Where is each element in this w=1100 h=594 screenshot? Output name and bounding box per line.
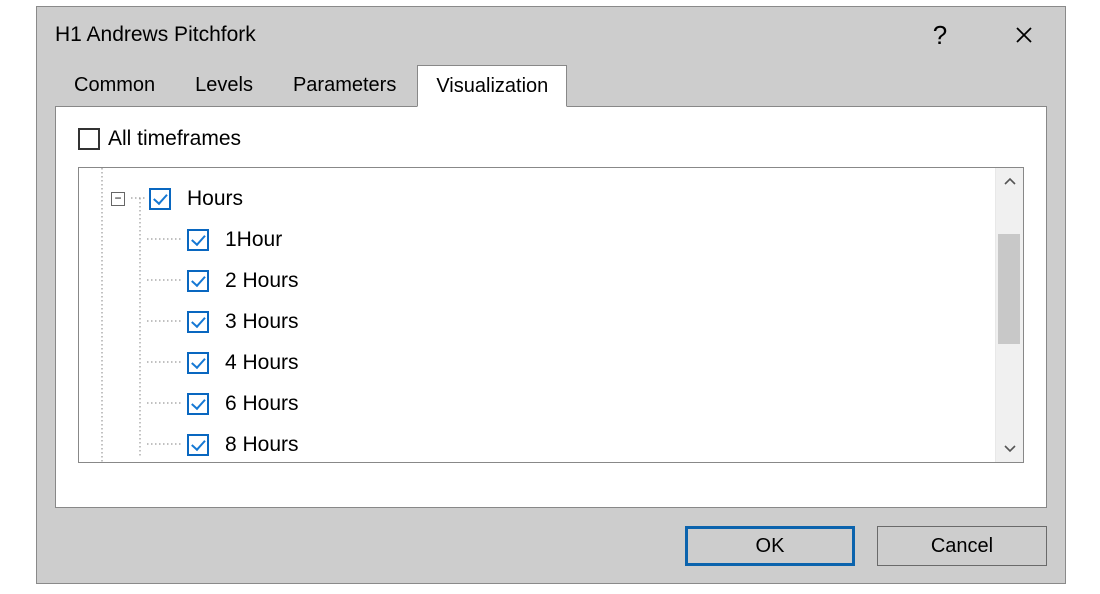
- tree-item-label: 2 Hours: [225, 269, 299, 293]
- ok-button[interactable]: OK: [685, 526, 855, 566]
- scroll-thumb[interactable]: [998, 234, 1020, 344]
- tree-item-label: 8 Hours: [225, 433, 299, 457]
- tab-visualization[interactable]: Visualization: [417, 65, 567, 107]
- chevron-up-icon: [1004, 177, 1016, 185]
- tree-item-label: 6 Hours: [225, 392, 299, 416]
- tree-item-checkbox[interactable]: [187, 393, 209, 415]
- button-label: OK: [756, 535, 785, 558]
- tree-item[interactable]: 3 Hours: [87, 301, 989, 342]
- tree-item[interactable]: 1Hour: [87, 219, 989, 260]
- all-timeframes-label: All timeframes: [108, 127, 241, 151]
- tab-strip: Common Levels Parameters Visualization: [37, 63, 1065, 106]
- timeframes-tree[interactable]: − Hours 1Hour 2 Hours: [79, 168, 995, 462]
- tree-group-label: Hours: [187, 187, 243, 211]
- tree-scrollbar[interactable]: [995, 168, 1023, 462]
- tab-common[interactable]: Common: [55, 64, 174, 106]
- tree-group-hours[interactable]: − Hours: [87, 178, 989, 219]
- tab-levels[interactable]: Levels: [176, 64, 272, 106]
- tab-label: Parameters: [293, 74, 396, 97]
- tab-label: Common: [74, 74, 155, 97]
- tree-item-label: 1Hour: [225, 228, 282, 252]
- tab-label: Levels: [195, 74, 253, 97]
- tab-panel-visualization: All timeframes − Hours: [55, 106, 1047, 508]
- button-label: Cancel: [931, 535, 993, 558]
- cancel-button[interactable]: Cancel: [877, 526, 1047, 566]
- tree-item-label: 4 Hours: [225, 351, 299, 375]
- all-timeframes-checkbox[interactable]: [78, 128, 100, 150]
- tree-item[interactable]: 8 Hours: [87, 424, 989, 462]
- dialog-title: H1 Andrews Pitchfork: [55, 23, 917, 47]
- tree-item-checkbox[interactable]: [187, 270, 209, 292]
- minus-icon: −: [114, 192, 121, 204]
- help-icon: ?: [933, 20, 947, 51]
- close-button[interactable]: [1001, 15, 1047, 55]
- tree-item[interactable]: 4 Hours: [87, 342, 989, 383]
- all-timeframes-option[interactable]: All timeframes: [78, 127, 1024, 151]
- tree-item[interactable]: 6 Hours: [87, 383, 989, 424]
- tree-item-checkbox[interactable]: [187, 311, 209, 333]
- tree-item[interactable]: 2 Hours: [87, 260, 989, 301]
- tab-label: Visualization: [436, 75, 548, 98]
- timeframes-tree-container: − Hours 1Hour 2 Hours: [78, 167, 1024, 463]
- title-bar: H1 Andrews Pitchfork ?: [37, 7, 1065, 63]
- scroll-up-button[interactable]: [996, 168, 1023, 194]
- chevron-down-icon: [1004, 445, 1016, 453]
- tree-item-checkbox[interactable]: [187, 229, 209, 251]
- scroll-down-button[interactable]: [996, 436, 1023, 462]
- dialog-window: H1 Andrews Pitchfork ? Common Levels Par…: [36, 6, 1066, 584]
- dialog-button-row: OK Cancel: [37, 508, 1065, 566]
- tree-item-checkbox[interactable]: [187, 434, 209, 456]
- help-button[interactable]: ?: [917, 15, 963, 55]
- tree-item-checkbox[interactable]: [187, 352, 209, 374]
- tree-item-label: 3 Hours: [225, 310, 299, 334]
- close-icon: [1015, 26, 1033, 44]
- scroll-track[interactable]: [996, 194, 1023, 436]
- tree-group-checkbox[interactable]: [149, 188, 171, 210]
- tab-parameters[interactable]: Parameters: [274, 64, 415, 106]
- tree-expander[interactable]: −: [111, 192, 125, 206]
